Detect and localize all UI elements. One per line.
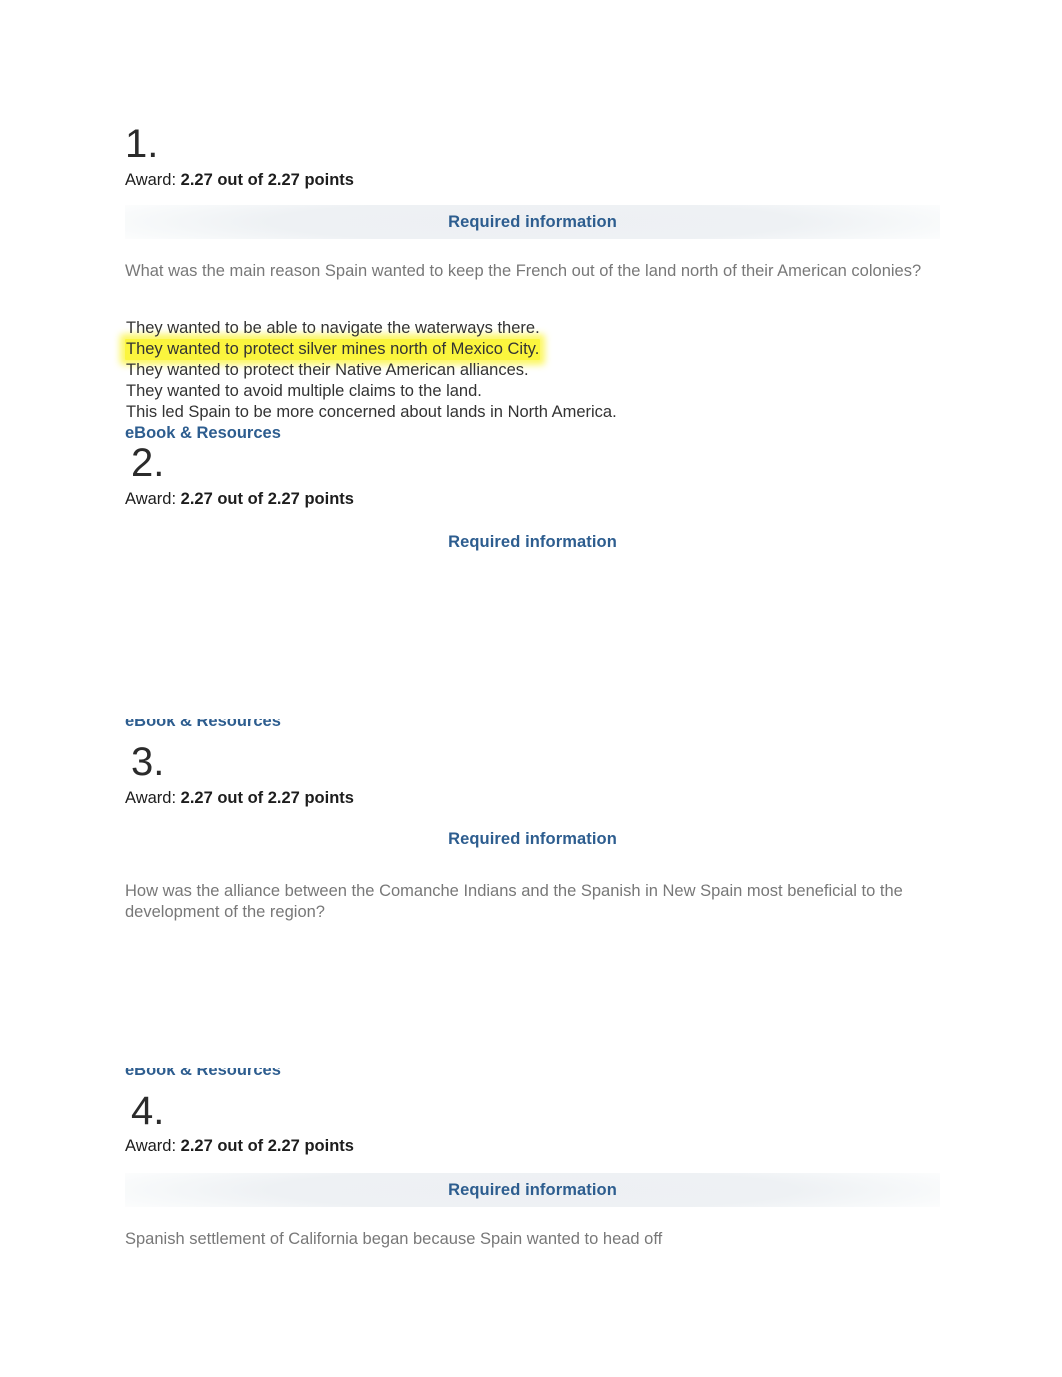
question-prompt-3: How was the alliance between the Comanch… xyxy=(125,882,903,922)
required-information-label-2: Required information xyxy=(448,532,617,551)
question-number-4: 4. xyxy=(131,1089,165,1133)
question-number-3: 3. xyxy=(131,740,165,784)
question-prompt-1: What was the main reason Spain wanted to… xyxy=(125,262,922,280)
ebook-resources-link-2-wrapper: eBook & Resources xyxy=(125,719,385,732)
answer-option[interactable]: They wanted to be able to navigate the w… xyxy=(125,318,541,339)
question-number-2: 2. xyxy=(131,441,165,485)
required-information-label-1: Required information xyxy=(448,212,617,231)
question-number-1: 1. xyxy=(125,122,159,166)
required-information-label-4: Required information xyxy=(448,1180,617,1199)
award-value-2: 2.27 out of 2.27 points xyxy=(180,490,354,508)
answer-option[interactable]: This led Spain to be more concerned abou… xyxy=(125,402,618,423)
ebook-resources-link-3[interactable]: eBook & Resources xyxy=(125,1068,385,1079)
award-line-4: Award: 2.27 out of 2.27 points xyxy=(125,1137,354,1157)
answer-options-1: They wanted to be able to navigate the w… xyxy=(125,318,825,423)
answer-option-highlighted[interactable]: They wanted to protect silver mines nort… xyxy=(125,339,541,360)
quiz-results-page: 1. Award: 2.27 out of 2.27 points Requir… xyxy=(0,0,1062,1377)
award-line-3: Award: 2.27 out of 2.27 points xyxy=(125,789,354,809)
award-label-3: Award: xyxy=(125,789,177,807)
award-line-1: Award: 2.27 out of 2.27 points xyxy=(125,171,354,191)
required-information-banner-3: Required information xyxy=(125,822,940,856)
question-prompt-4: Spanish settlement of California began b… xyxy=(125,1230,663,1248)
award-value-1: 2.27 out of 2.27 points xyxy=(180,171,354,189)
award-value-3: 2.27 out of 2.27 points xyxy=(180,789,354,807)
required-information-label-3: Required information xyxy=(448,829,617,848)
ebook-resources-link-2[interactable]: eBook & Resources xyxy=(125,719,385,730)
award-line-2: Award: 2.27 out of 2.27 points xyxy=(125,490,354,510)
required-information-banner-2: Required information xyxy=(125,525,940,559)
award-label-1: Award: xyxy=(125,171,177,189)
award-value-4: 2.27 out of 2.27 points xyxy=(180,1137,354,1155)
answer-option[interactable]: They wanted to protect their Native Amer… xyxy=(125,360,530,381)
required-information-banner-1: Required information xyxy=(125,205,940,239)
ebook-resources-link-1[interactable]: eBook & Resources xyxy=(125,425,281,442)
award-label-2: Award: xyxy=(125,490,177,508)
award-label-4: Award: xyxy=(125,1137,177,1155)
ebook-resources-link-3-wrapper: eBook & Resources xyxy=(125,1068,385,1081)
answer-option[interactable]: They wanted to avoid multiple claims to … xyxy=(125,381,483,402)
required-information-banner-4: Required information xyxy=(125,1173,940,1207)
